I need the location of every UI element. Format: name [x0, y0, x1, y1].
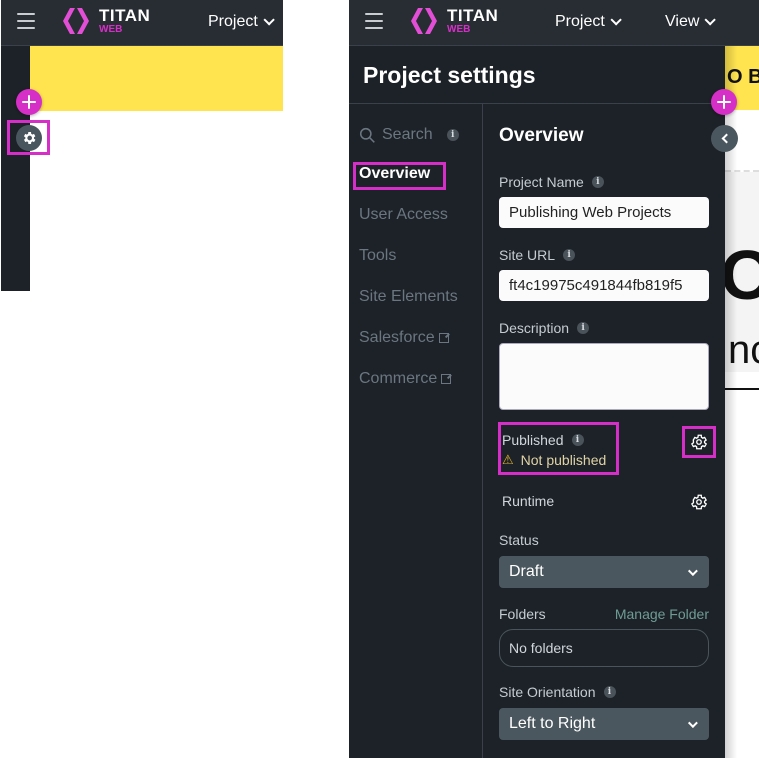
project-menu[interactable]: Project [208, 13, 275, 31]
add-element-button[interactable] [16, 89, 42, 115]
warning-icon: ⚠ [502, 452, 514, 467]
view-menu[interactable]: View [665, 13, 717, 31]
top-bar-right: TITAN WEB Project View [349, 0, 759, 46]
site-orientation-label: Site Orientation i [499, 684, 616, 700]
left-view: TITAN WEB Project [0, 0, 283, 292]
hamburger-menu-icon[interactable] [17, 13, 35, 31]
external-link-icon [441, 374, 452, 384]
nav-item-tools[interactable]: Tools [359, 247, 396, 265]
published-label: Published i [502, 432, 584, 448]
view-menu-label: View [665, 13, 700, 30]
left-sidebar [1, 46, 30, 291]
nav-search[interactable]: Search i [359, 124, 459, 146]
chevron-down-icon [610, 14, 622, 26]
project-menu[interactable]: Project [555, 13, 622, 31]
chevron-left-icon [721, 133, 731, 144]
nav-item-commerce[interactable]: Commerce [359, 370, 452, 388]
highlight-box [353, 162, 446, 190]
divider [482, 104, 483, 758]
search-icon [359, 127, 375, 143]
publish-status: ⚠ Not published [502, 452, 606, 468]
info-icon: i [603, 686, 616, 698]
titan-logo-icon [411, 8, 437, 34]
site-orientation-select[interactable]: Left to Right [499, 708, 709, 740]
logo-subtitle: WEB [447, 24, 471, 35]
add-element-button[interactable] [711, 89, 737, 115]
section-title: Overview [499, 125, 584, 146]
runtime-settings-gear-icon[interactable] [690, 493, 708, 511]
hamburger-menu-icon[interactable] [365, 13, 383, 31]
external-link-icon [438, 333, 449, 343]
site-url-label: Site URL i [499, 247, 576, 263]
description-label: Description i [499, 320, 590, 336]
runtime-label: Runtime [502, 493, 555, 509]
titan-logo: TITAN WEB [61, 6, 150, 36]
folders-label: Folders [499, 606, 546, 622]
search-label: Search [382, 126, 433, 143]
logo-title: TITAN [99, 6, 151, 25]
publish-settings-gear-icon[interactable] [690, 433, 708, 451]
status-label: Status [499, 532, 539, 548]
settings-nav: Search i Overview User Access Tools Site… [359, 124, 459, 387]
titan-logo-icon [63, 8, 89, 34]
chevron-down-icon [687, 717, 698, 728]
label-text: Site Orientation [499, 684, 596, 700]
nav-item-salesforce[interactable]: Salesforce [359, 329, 449, 347]
chevron-down-icon [704, 14, 717, 26]
gear-icon [23, 132, 36, 144]
status-select[interactable]: Draft [499, 556, 709, 588]
logo-title: TITAN [447, 6, 499, 25]
folders-field[interactable]: No folders [499, 629, 709, 667]
publish-status-text: Not published [520, 452, 607, 468]
panel-shadow [725, 46, 737, 758]
info-icon: i [577, 322, 590, 334]
nav-item-user-access[interactable]: User Access [359, 206, 448, 224]
divider [349, 103, 725, 104]
site-url-input[interactable]: ft4c19975c491844fb819f5 [499, 270, 709, 301]
label-text: Published [502, 432, 564, 448]
info-icon: i [591, 176, 604, 188]
top-bar: TITAN WEB Project [1, 0, 283, 46]
description-textarea[interactable] [499, 343, 709, 410]
titan-logo: TITAN WEB [409, 6, 498, 36]
project-settings-panel: Project settings Search i Overview User … [349, 46, 725, 758]
project-name-input[interactable]: Publishing Web Projects [499, 197, 709, 228]
label-text: Site URL [499, 247, 556, 263]
collapse-panel-button[interactable] [711, 125, 738, 152]
chevron-down-icon [263, 14, 275, 26]
nav-item-site-elements[interactable]: Site Elements [359, 288, 458, 306]
canvas-yellow-banner [30, 46, 283, 111]
label-text: Description [499, 320, 570, 336]
status-value: Draft [509, 563, 544, 580]
project-menu-label: Project [208, 13, 258, 30]
label-text: Project Name [499, 174, 584, 190]
panel-title: Project settings [363, 62, 536, 88]
nav-item-label: Commerce [359, 370, 438, 387]
info-icon: i [571, 434, 584, 446]
project-menu-label: Project [555, 13, 605, 30]
logo-subtitle: WEB [99, 24, 123, 35]
chevron-down-icon [687, 565, 698, 576]
orientation-value: Left to Right [509, 715, 596, 732]
project-name-label: Project Name i [499, 174, 604, 190]
nav-item-label: Salesforce [359, 329, 435, 346]
settings-button[interactable] [16, 125, 42, 151]
info-icon: i [563, 249, 576, 261]
manage-folder-link[interactable]: Manage Folder [615, 606, 709, 622]
info-icon: i [446, 129, 459, 141]
